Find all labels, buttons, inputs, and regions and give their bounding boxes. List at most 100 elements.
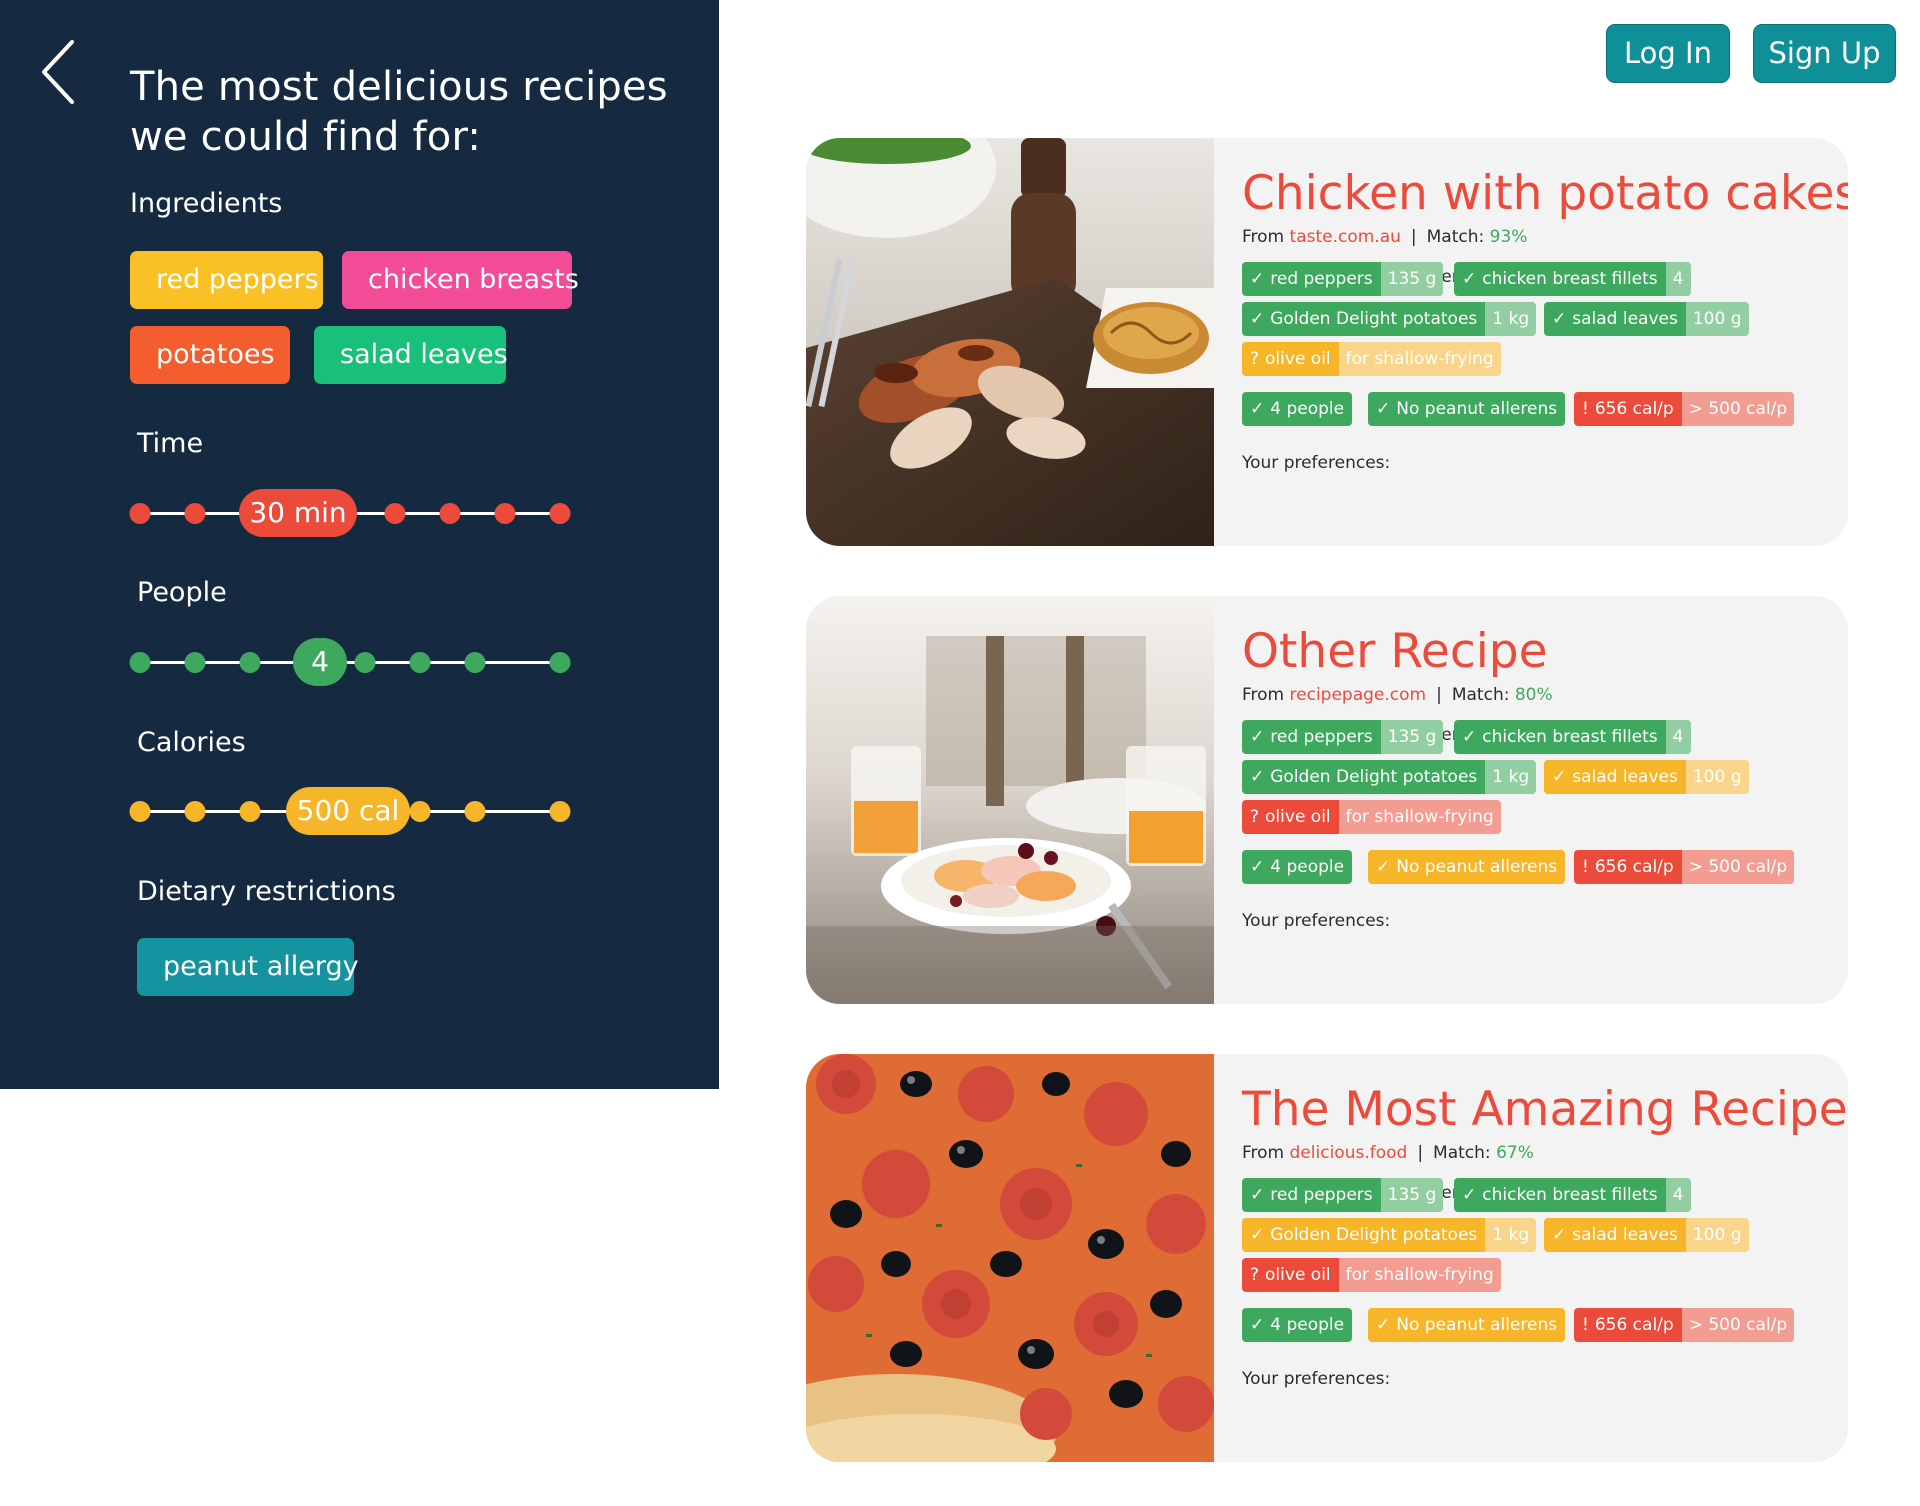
chicken-potato-cakes-photo[interactable] (806, 138, 1214, 546)
ingredient-tag-status-icon: ✓ (1250, 269, 1265, 289)
preferences-label: Your preferences: (1242, 453, 1391, 473)
calories-slider-step[interactable] (464, 801, 486, 822)
ingredient-chip-chicken-breasts[interactable]: chicken breasts (342, 251, 579, 309)
time-slider-step[interactable] (184, 503, 206, 524)
preference-tag-label: ! 656 cal/p (1574, 392, 1682, 426)
preference-tag-detail: > 500 cal/p (1681, 1308, 1795, 1342)
ingredient-tag-label: ? olive oil (1242, 1258, 1339, 1292)
people-slider-step[interactable] (129, 652, 151, 673)
ingredient-tag: ? olive oil for shallow-frying (1242, 1258, 1501, 1292)
signup-button[interactable]: Sign Up (1753, 24, 1896, 83)
ingredient-tag-text: olive oil (1265, 1265, 1331, 1285)
ingredient-tag-text: salad leaves (1572, 309, 1678, 329)
ingredient-tag-detail: 135 g (1380, 720, 1444, 754)
preference-tag-status-icon: ✓ (1376, 857, 1391, 877)
ingredient-tag: ✓ Golden Delight potatoes 1 kg (1242, 302, 1537, 336)
preference-tag-label: ! 656 cal/p (1574, 1308, 1682, 1342)
ingredient-tag: ✓ Golden Delight potatoes 1 kg (1242, 760, 1537, 794)
calories-slider[interactable]: 500 cal (129, 786, 571, 836)
time-slider-thumb[interactable]: 30 min (239, 489, 357, 537)
people-slider-step[interactable] (354, 652, 376, 673)
breakfast-table-photo[interactable] (806, 596, 1214, 1004)
preference-tag-status-icon: ✓ (1250, 1315, 1265, 1335)
preference-tag-detail: > 500 cal/p (1681, 392, 1795, 426)
back-arrow-icon[interactable] (34, 36, 84, 108)
ingredient-tag-text: chicken breast fillets (1482, 727, 1658, 747)
ingredient-tag-status-icon: ✓ (1250, 309, 1265, 329)
calories-label: Calories (137, 727, 246, 758)
recipe-card[interactable]: Chicken with potato cakes From taste.com.… (806, 138, 1848, 546)
ingredient-tag-text: salad leaves (1572, 767, 1678, 787)
preference-tag-status-icon: ✓ (1250, 857, 1265, 877)
ingredient-tag-label: ✓ red peppers (1242, 262, 1381, 296)
match-percentage: 93% (1489, 227, 1528, 247)
ingredient-tag-status-icon: ✓ (1462, 1185, 1477, 1205)
preference-tag-text: 4 people (1270, 1315, 1345, 1335)
recipe-title[interactable]: The Most Amazing Recipe (1242, 1082, 1848, 1138)
recipe-card[interactable]: The Most Amazing Recipe From delicious.fo… (806, 1054, 1848, 1462)
ingredient-tag-detail: 1 kg (1485, 760, 1537, 794)
login-button[interactable]: Log In (1606, 24, 1730, 83)
recipe-card-body: The Most Amazing Recipe From delicious.fo… (1242, 1054, 1848, 1462)
pepperoni-pizza-photo[interactable] (806, 1054, 1214, 1462)
dietary-restrictions-label: Dietary restrictions (137, 876, 396, 907)
ingredient-tag-label: ✓ salad leaves (1544, 302, 1686, 336)
ingredient-tag-detail: 4 (1665, 720, 1691, 754)
ingredient-tag-label: ✓ Golden Delight potatoes (1242, 760, 1486, 794)
time-slider-step[interactable] (384, 503, 406, 524)
people-slider-thumb[interactable]: 4 (293, 638, 347, 686)
recipe-source-link[interactable]: taste.com.au (1290, 227, 1401, 247)
time-slider-step[interactable] (494, 503, 516, 524)
calories-slider-step[interactable] (549, 801, 571, 822)
ingredient-chip-salad-leaves[interactable]: salad leaves (314, 326, 508, 384)
ingredient-tag: ✓ salad leaves 100 g (1544, 1218, 1749, 1252)
ingredient-tag-text: olive oil (1265, 807, 1331, 827)
ingredient-tag-label: ✓ salad leaves (1544, 760, 1686, 794)
ingredient-tag: ✓ chicken breast fillets 4 (1454, 720, 1691, 754)
people-slider-step[interactable] (549, 652, 571, 673)
meta-divider: | (1417, 1143, 1424, 1163)
preferences-label: Your preferences: (1242, 1369, 1391, 1389)
ingredient-tag-text: red peppers (1270, 1185, 1373, 1205)
recipe-meta: From taste.com.au | Match: 93% (1242, 226, 1527, 248)
ingredient-tag-text: salad leaves (1572, 1225, 1678, 1245)
time-slider[interactable]: 30 min (129, 488, 571, 538)
ingredient-tag-label: ✓ Golden Delight potatoes (1242, 302, 1486, 336)
ingredient-tag-text: chicken breast fillets (1482, 1185, 1658, 1205)
recipe-title[interactable]: Chicken with potato cakes (1242, 166, 1848, 222)
ingredient-chip-potatoes[interactable]: potatoes (130, 326, 290, 384)
ingredient-tag-status-icon: ? (1250, 1265, 1260, 1285)
preference-tag: ✓ 4 people (1242, 1308, 1353, 1342)
people-slider[interactable]: 4 (129, 637, 571, 687)
calories-slider-step[interactable] (129, 801, 151, 822)
ingredient-chip-red-peppers[interactable]: red peppers (130, 251, 323, 309)
recipe-card-body: Other Recipe From recipepage.com | Match: 8… (1242, 596, 1848, 1004)
ingredient-tag-text: chicken breast fillets (1482, 269, 1658, 289)
recipe-source-link[interactable]: delicious.food (1290, 1143, 1408, 1163)
preference-tag-text: No peanut allerens (1396, 857, 1558, 877)
preference-tag-status-icon: ✓ (1250, 399, 1265, 419)
ingredient-tag-label: ? olive oil (1242, 342, 1339, 376)
people-slider-step[interactable] (239, 652, 261, 673)
calories-slider-step[interactable] (184, 801, 206, 822)
time-slider-step[interactable] (439, 503, 461, 524)
match-percentage: 67% (1496, 1143, 1534, 1163)
recipe-title[interactable]: Other Recipe (1242, 624, 1548, 680)
time-slider-step[interactable] (129, 503, 151, 524)
ingredient-tag-status-icon: ✓ (1250, 767, 1265, 787)
ingredient-tag-status-icon: ✓ (1462, 727, 1477, 747)
calories-slider-step[interactable] (239, 801, 261, 822)
ingredient-tag-detail: 135 g (1380, 1178, 1444, 1212)
time-slider-step[interactable] (549, 503, 571, 524)
calories-slider-step[interactable] (409, 801, 431, 822)
recipe-source-link[interactable]: recipepage.com (1290, 685, 1427, 705)
people-slider-step[interactable] (464, 652, 486, 673)
preference-tag-label: ! 656 cal/p (1574, 850, 1682, 884)
ingredient-tag-detail: 1 kg (1485, 302, 1537, 336)
recipe-card[interactable]: Other Recipe From recipepage.com | Match: 8… (806, 596, 1848, 1004)
people-slider-step[interactable] (409, 652, 431, 673)
ingredient-tag-text: olive oil (1265, 349, 1331, 369)
people-slider-step[interactable] (184, 652, 206, 673)
calories-slider-thumb[interactable]: 500 cal (286, 787, 410, 835)
dietary-chip-peanut-allergy[interactable]: peanut allergy (137, 938, 359, 996)
